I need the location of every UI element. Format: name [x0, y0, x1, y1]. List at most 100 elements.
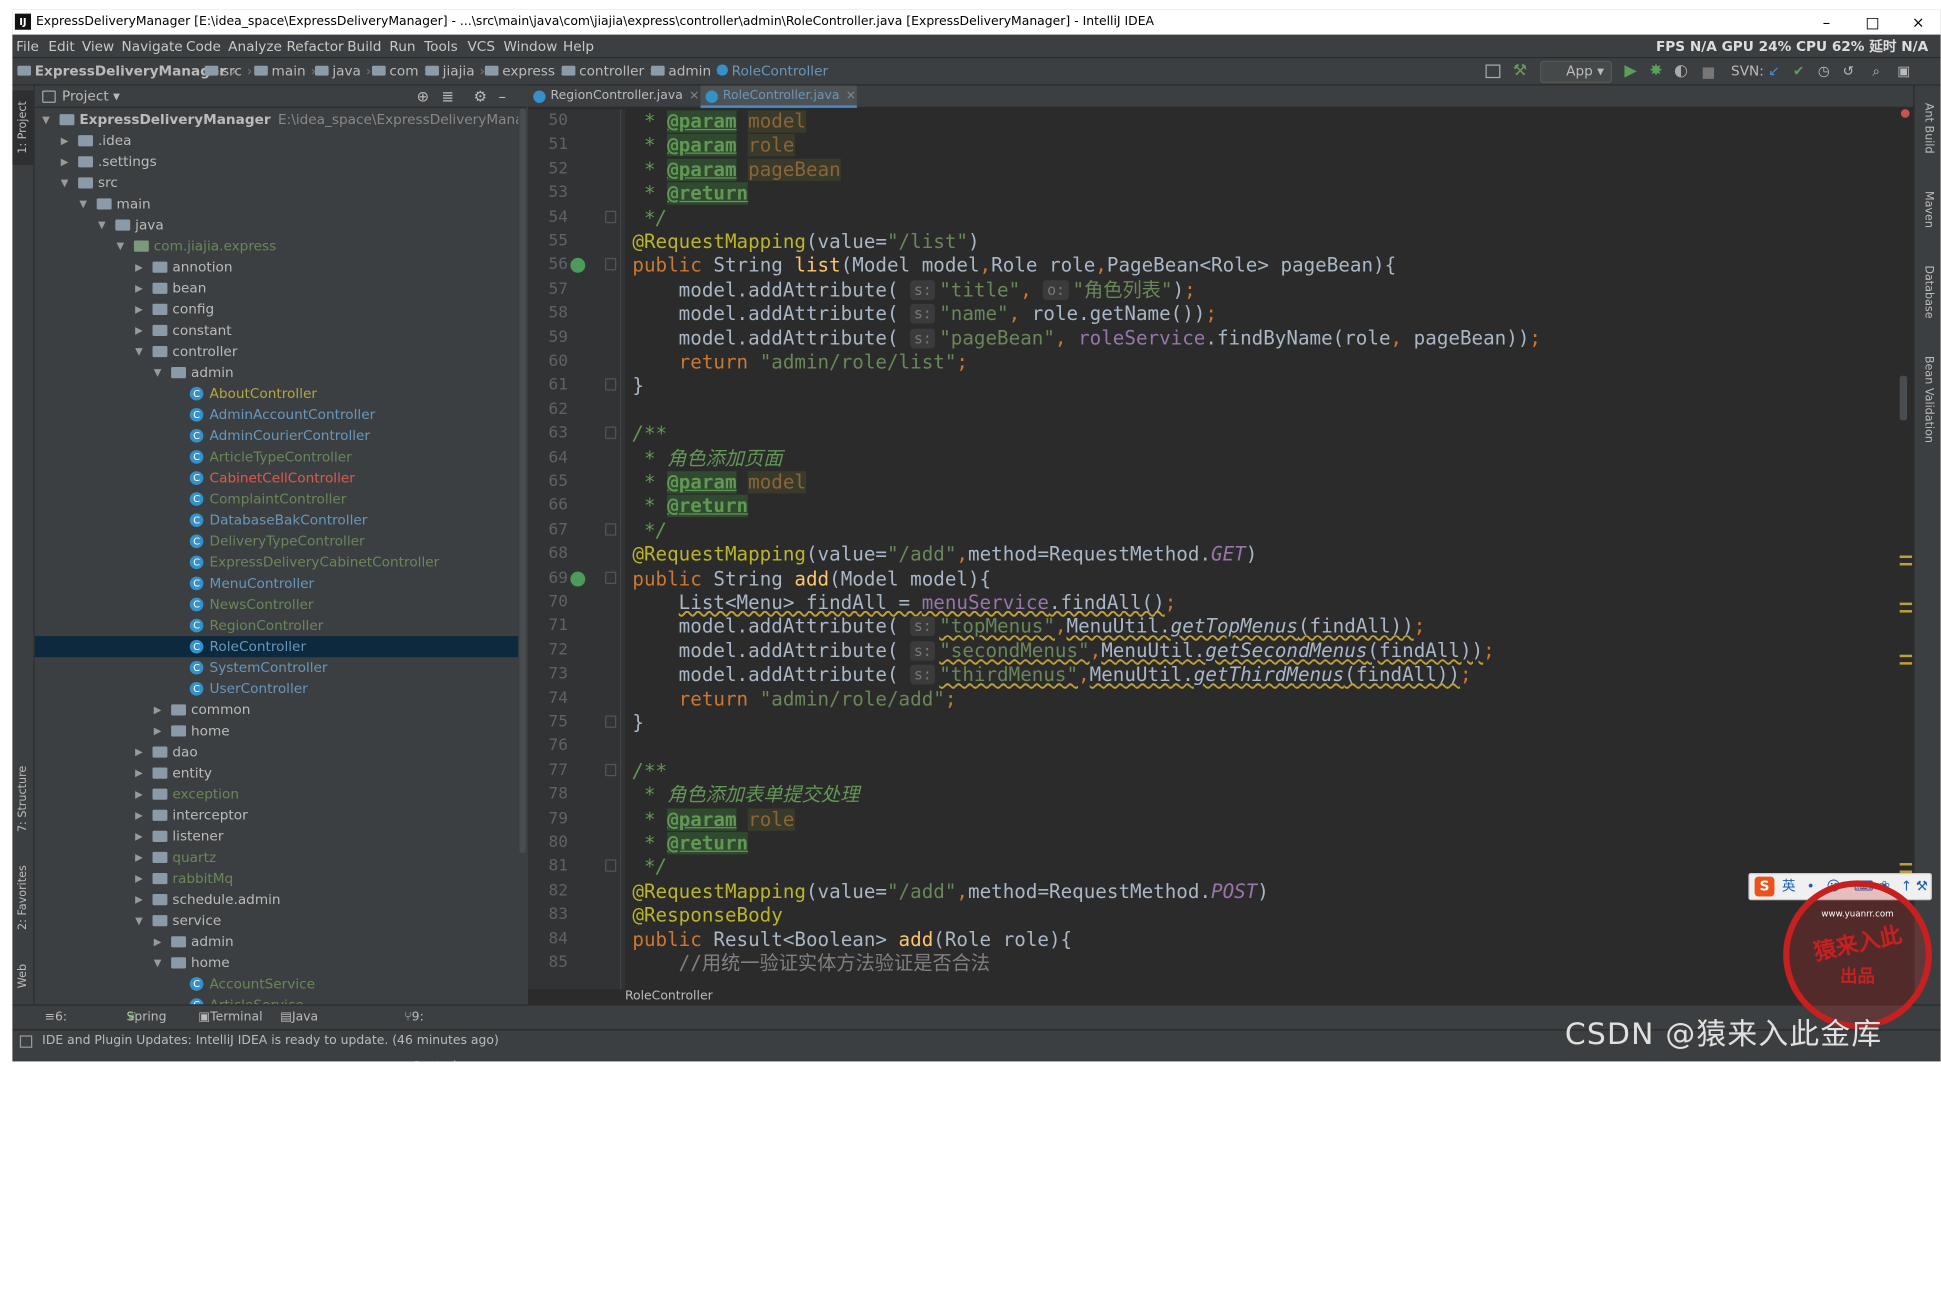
- tree-node[interactable]: ▶ rabbitMq: [35, 868, 519, 889]
- tree-node[interactable]: ▶ common: [35, 699, 519, 720]
- menu-help[interactable]: Help: [563, 35, 594, 59]
- hide-panel-icon[interactable]: –: [498, 86, 505, 108]
- tab-role-controller[interactable]: RoleController.java ×: [700, 85, 857, 108]
- fold-marker-icon[interactable]: [605, 571, 617, 584]
- close-tab-icon[interactable]: ×: [846, 89, 856, 103]
- breadcrumb-controller[interactable]: controller›: [561, 58, 655, 85]
- breadcrumb-src[interactable]: src ›: [204, 58, 252, 85]
- error-stripe-indicator[interactable]: [1900, 109, 1910, 118]
- expand-arrow-icon[interactable]: ▼: [42, 109, 50, 130]
- collapse-arrow-icon[interactable]: ▶: [135, 742, 143, 763]
- breadcrumb-roles-controller[interactable]: RoleController: [716, 58, 828, 85]
- code-line[interactable]: return "admin/role/list";: [632, 347, 968, 377]
- tool-tab-web[interactable]: Web: [12, 954, 34, 999]
- tree-node[interactable]: C DatabaseBakController: [35, 510, 519, 531]
- tool-tab-version-control[interactable]: ⑂ 9: Version Control: [404, 1006, 457, 1062]
- tree-node[interactable]: ▶ entity: [35, 763, 519, 784]
- tool-tab-terminal[interactable]: ▣ Terminal: [198, 1006, 262, 1031]
- tree-node[interactable]: ▶ config: [35, 299, 519, 320]
- tree-node[interactable]: ▼ java: [35, 215, 519, 236]
- tree-node[interactable]: C AccountService: [35, 973, 519, 994]
- tree-node[interactable]: C AdminCourierController: [35, 425, 519, 446]
- tree-node[interactable]: ▼ controller: [35, 341, 519, 362]
- svn-update-icon[interactable]: ↙: [1768, 58, 1779, 85]
- fold-marker-icon[interactable]: [605, 426, 617, 440]
- tree-node[interactable]: C ExpressDeliveryCabinetController: [35, 552, 519, 573]
- search-icon[interactable]: ⌕: [1872, 58, 1880, 85]
- ime-tools-icon[interactable]: ⚒: [1916, 874, 1928, 899]
- fold-marker-icon[interactable]: [605, 258, 617, 271]
- minimize-button[interactable]: –: [1804, 10, 1849, 35]
- tree-node[interactable]: ▶ dao: [35, 742, 519, 763]
- code-line[interactable]: return "admin/role/add";: [632, 684, 957, 714]
- breadcrumb-jiajia[interactable]: jiajia ›: [425, 58, 485, 85]
- warning-marker[interactable]: [1899, 662, 1913, 665]
- expand-arrow-icon[interactable]: ▼: [154, 362, 162, 383]
- tree-node[interactable]: ▶ home: [35, 720, 519, 741]
- menu-analyze[interactable]: Analyze: [228, 35, 282, 59]
- tool-tab-maven[interactable]: Maven: [1917, 180, 1939, 240]
- code-line[interactable]: }: [632, 708, 644, 738]
- tool-tab-java-enterprise[interactable]: ▤ Java Enterprise: [280, 1006, 356, 1049]
- coverage-icon[interactable]: ◐: [1674, 58, 1688, 85]
- layout-icon[interactable]: ▣: [1897, 58, 1910, 85]
- fold-marker-icon[interactable]: [605, 763, 617, 776]
- tree-node[interactable]: C ComplaintController: [35, 489, 519, 510]
- fold-marker-icon[interactable]: [605, 715, 617, 728]
- tool-tab-project[interactable]: 1: Project: [12, 90, 35, 165]
- warning-marker[interactable]: [1899, 555, 1913, 558]
- breadcrumb-main[interactable]: main ›: [254, 58, 316, 85]
- expand-arrow-icon[interactable]: ▼: [61, 172, 69, 193]
- spring-mapping-icon[interactable]: [570, 258, 586, 274]
- menu-vcs[interactable]: VCS: [467, 35, 495, 59]
- tool-tab-favorites[interactable]: 2: Favorites: [12, 854, 34, 941]
- tree-node[interactable]: C CabinetCellController: [35, 467, 519, 488]
- collapse-arrow-icon[interactable]: ▶: [135, 847, 143, 868]
- tool-tab-structure[interactable]: 7: Structure: [12, 755, 34, 842]
- tree-node[interactable]: ▶ .idea: [35, 130, 519, 151]
- menu-refactor[interactable]: Refactor: [286, 35, 343, 59]
- warning-marker[interactable]: [1899, 562, 1913, 566]
- menu-run[interactable]: Run: [389, 35, 415, 59]
- tool-tab-ant-build[interactable]: Ant Build: [1917, 91, 1939, 165]
- run-config-select[interactable]: App ▾: [1540, 60, 1612, 84]
- maximize-button[interactable]: □: [1850, 10, 1895, 35]
- tree-node[interactable]: ▼ admin: [35, 362, 519, 383]
- collapse-arrow-icon[interactable]: ▶: [61, 130, 69, 151]
- stop-icon[interactable]: ■: [1701, 58, 1715, 85]
- tree-node[interactable]: ▼ home: [35, 952, 519, 973]
- warning-marker[interactable]: [1899, 602, 1913, 606]
- tree-node[interactable]: ▼ src: [35, 172, 519, 193]
- expand-arrow-icon[interactable]: ▼: [154, 952, 162, 973]
- tree-node[interactable]: C NewsController: [35, 594, 519, 615]
- project-structure-icon[interactable]: [1485, 64, 1501, 79]
- collapse-arrow-icon[interactable]: ▶: [135, 299, 143, 320]
- tree-node[interactable]: ▶ schedule.admin: [35, 889, 519, 910]
- tree-node[interactable]: C RegionController: [35, 615, 519, 636]
- collapse-arrow-icon[interactable]: ▶: [154, 720, 162, 741]
- history-icon[interactable]: ◷: [1818, 58, 1830, 85]
- tree-node[interactable]: ▶ admin: [35, 931, 519, 952]
- tree-node[interactable]: CArticleService: [35, 994, 519, 1005]
- fold-marker-icon[interactable]: [605, 210, 617, 223]
- collapse-arrow-icon[interactable]: ▶: [135, 868, 143, 889]
- status-message[interactable]: IDE and Plugin Updates: IntelliJ IDEA is…: [42, 1030, 499, 1052]
- warning-marker[interactable]: [1899, 863, 1913, 866]
- code-line[interactable]: //用统一验证实体方法验证是否合法: [632, 949, 990, 979]
- collapse-arrow-icon[interactable]: ▶: [135, 278, 143, 299]
- tool-tab-bean-validation[interactable]: Bean Validation: [1917, 346, 1939, 453]
- build-hammer-icon[interactable]: ⚒: [1513, 62, 1527, 82]
- tree-node[interactable]: ▼ com.jiajia.express: [35, 236, 519, 257]
- project-view-select[interactable]: Project ▾: [62, 86, 120, 108]
- scroll-thumb[interactable]: [1899, 375, 1908, 421]
- expand-arrow-icon[interactable]: ▼: [135, 341, 143, 362]
- ime-mode-label[interactable]: 英: [1782, 874, 1796, 899]
- breadcrumb-java[interactable]: java ›: [314, 58, 371, 85]
- collapse-arrow-icon[interactable]: ▶: [135, 320, 143, 341]
- menu-file[interactable]: File: [16, 35, 39, 59]
- menu-tools[interactable]: Tools: [424, 35, 458, 59]
- fold-marker-icon[interactable]: [605, 378, 617, 392]
- settings-gear-icon[interactable]: ⚙: [474, 86, 487, 108]
- code-breadcrumb-class[interactable]: RoleController: [625, 990, 713, 1005]
- breadcrumb-com[interactable]: com›: [372, 58, 429, 85]
